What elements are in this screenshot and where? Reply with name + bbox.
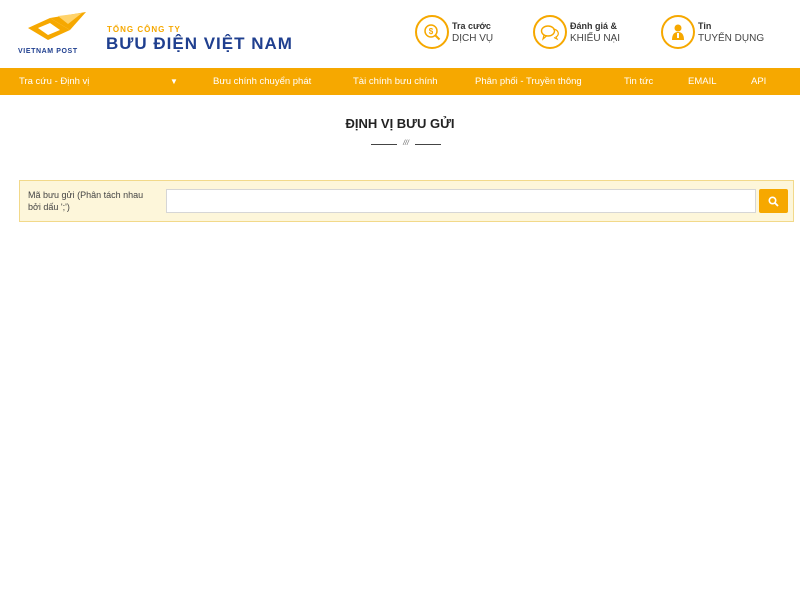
- header-link-line2: DỊCH VỤ: [452, 33, 494, 44]
- page-title: ĐỊNH VỊ BƯU GỬI: [345, 116, 455, 131]
- header-link-line2: TUYỂN DỤNG: [698, 33, 765, 44]
- nav-item-tin-tuc[interactable]: Tin tức: [624, 68, 653, 95]
- header-link-line2: KHIẾU NẠI: [570, 33, 621, 44]
- tracking-search-panel: Mã bưu gửi (Phân tách nhau bởi dấu ';'): [19, 180, 794, 222]
- divider-line-left: [371, 144, 397, 145]
- vietnam-post-logo-icon: [28, 12, 86, 40]
- header-link-line1: Tra cước: [452, 21, 491, 31]
- nav-item-email[interactable]: EMAIL: [688, 68, 717, 95]
- svg-text:$: $: [429, 27, 434, 36]
- logo-text: VIETNAM POST: [18, 48, 78, 55]
- header-link-line1: Tin: [698, 21, 712, 31]
- nav-item-tai-chinh[interactable]: Tài chính bưu chính: [353, 68, 438, 95]
- site-header: VIETNAM POST TỔNG CÔNG TY BƯU ĐIỆN VIỆT …: [0, 0, 800, 68]
- nav-item-tra-cuu[interactable]: Tra cứu - Định vị: [19, 68, 89, 95]
- main-nav: Tra cứu - Định vị ▼ Bưu chính chuyển phá…: [0, 68, 800, 95]
- nav-item-phan-phoi[interactable]: Phân phối - Truyền thông: [475, 68, 582, 95]
- brand-subtitle: TỔNG CÔNG TY: [107, 25, 181, 34]
- chevron-down-icon[interactable]: ▼: [170, 68, 178, 95]
- header-link-tuyen-dung[interactable]: Tin TUYỂN DỤNG: [661, 15, 781, 49]
- tracking-number-label: Mã bưu gửi (Phân tách nhau bởi dấu ';'): [28, 190, 144, 212]
- brand-title[interactable]: BƯU ĐIỆN VIỆT NAM: [106, 34, 293, 54]
- header-link-line1: Đánh giá &: [570, 21, 618, 31]
- nav-item-api[interactable]: API: [751, 68, 766, 95]
- divider-mark: ///: [403, 140, 409, 147]
- header-link-tra-cuoc[interactable]: $ Tra cước DỊCH VỤ: [415, 15, 525, 49]
- tracking-number-input[interactable]: [166, 189, 756, 213]
- logo[interactable]: VIETNAM POST: [18, 10, 98, 56]
- search-button[interactable]: [759, 189, 788, 213]
- chat-bubbles-icon: [533, 15, 567, 49]
- search-icon: [768, 195, 779, 207]
- dollar-icon: $: [415, 15, 449, 49]
- header-link-danh-gia[interactable]: Đánh giá & KHIẾU NẠI: [533, 15, 643, 49]
- person-icon: [661, 15, 695, 49]
- divider-line-right: [415, 144, 441, 145]
- nav-item-buu-chinh[interactable]: Bưu chính chuyển phát: [213, 68, 311, 95]
- title-divider: ///: [371, 140, 441, 148]
